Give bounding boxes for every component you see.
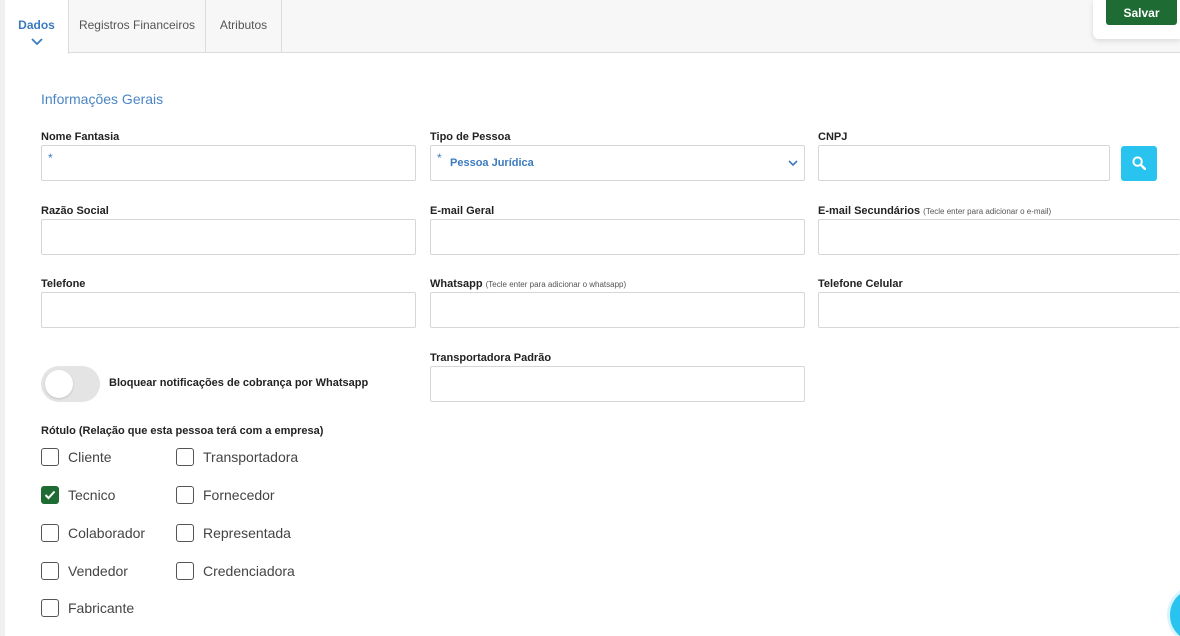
save-panel: Salvar (1093, 0, 1180, 39)
toggle-knob (45, 370, 73, 398)
whatsapp-label-text: Whatsapp (430, 278, 483, 290)
checkbox-box[interactable] (41, 524, 59, 542)
razao-social-label: Razão Social (41, 205, 109, 217)
telefone-celular-input[interactable] (818, 292, 1180, 328)
checkbox-box[interactable] (41, 448, 59, 466)
cnpj-search-button[interactable] (1121, 146, 1157, 181)
checkbox-label: Vendedor (68, 563, 128, 579)
razao-social-input[interactable] (41, 219, 416, 255)
left-rail (0, 0, 5, 636)
email-geral-input[interactable] (430, 219, 805, 255)
nome-fantasia-label: Nome Fantasia (41, 131, 120, 143)
checkbox-label: Cliente (68, 449, 112, 465)
checkbox-box[interactable] (176, 562, 194, 580)
checkbox-box[interactable] (41, 562, 59, 580)
required-mark: * (437, 151, 442, 165)
checkbox-label: Fabricante (68, 600, 135, 616)
checkbox-credenciadora[interactable]: Credenciadora (176, 562, 295, 580)
email-secundarios-hint: (Tecle enter para adicionar o e-mail) (923, 207, 1052, 216)
bloquear-notificacoes-toggle[interactable] (41, 366, 100, 402)
bloquear-notificacoes-label: Bloquear notificações de cobrança por Wh… (109, 377, 369, 389)
checkbox-fornecedor[interactable]: Fornecedor (176, 486, 275, 504)
email-secundarios-input[interactable] (818, 219, 1180, 255)
tab-atributos-label: Atributos (219, 18, 268, 32)
cnpj-label: CNPJ (818, 131, 848, 143)
checkbox-label: Transportadora (203, 449, 299, 465)
tab-dados-label: Dados (18, 18, 55, 32)
checkbox-box[interactable] (176, 486, 194, 504)
email-secundarios-label: E-mail Secundários (Tecle enter para adi… (818, 205, 1051, 217)
nome-fantasia-input[interactable]: * (41, 145, 416, 181)
checkbox-vendedor[interactable]: Vendedor (41, 562, 128, 580)
checkbox-label: Colaborador (68, 525, 146, 541)
checkbox-label: Fornecedor (203, 487, 275, 503)
whatsapp-hint: (Tecle enter para adicionar o whatsapp) (485, 280, 627, 289)
checkbox-box[interactable] (176, 448, 194, 466)
tipo-pessoa-select[interactable]: * Pessoa Jurídica (430, 145, 805, 181)
checkbox-label: Representada (203, 525, 291, 541)
tab-atributos[interactable]: Atributos (206, 0, 282, 53)
telefone-input[interactable] (41, 292, 416, 328)
tab-dados[interactable]: Dados (5, 0, 69, 54)
checkbox-colaborador[interactable]: Colaborador (41, 524, 145, 542)
checkbox-label: Tecnico (68, 487, 116, 503)
tab-registros-financeiros[interactable]: Registros Financeiros (69, 0, 206, 53)
checkbox-box[interactable] (41, 599, 59, 617)
telefone-celular-label: Telefone Celular (818, 278, 903, 290)
search-icon (1132, 156, 1146, 170)
whatsapp-input[interactable] (430, 292, 805, 328)
checkbox-box[interactable] (41, 486, 59, 504)
tipo-pessoa-label: Tipo de Pessoa (430, 131, 511, 143)
checkbox-transportadora[interactable]: Transportadora (176, 448, 298, 466)
checkbox-cliente[interactable]: Cliente (41, 448, 112, 466)
required-mark: * (48, 151, 53, 165)
check-icon (44, 490, 56, 500)
tipo-pessoa-value: Pessoa Jurídica (450, 157, 534, 169)
telefone-label: Telefone (41, 278, 86, 290)
transportadora-padrao-label: Transportadora Padrão (430, 352, 552, 364)
checkbox-tecnico[interactable]: Tecnico (41, 486, 115, 504)
checkbox-label: Credenciadora (203, 563, 295, 579)
section-title: Informações Gerais (41, 91, 164, 107)
cnpj-input[interactable] (818, 145, 1110, 181)
email-geral-label: E-mail Geral (430, 205, 495, 217)
transportadora-padrao-input[interactable] (430, 366, 805, 402)
floating-chat-button[interactable] (1167, 585, 1180, 636)
whatsapp-label: Whatsapp (Tecle enter para adicionar o w… (430, 278, 626, 290)
tab-bar: Dados Registros Financeiros Atributos (5, 0, 1180, 54)
checkbox-box[interactable] (176, 524, 194, 542)
save-button[interactable]: Salvar (1106, 0, 1177, 25)
checkbox-fabricante[interactable]: Fabricante (41, 599, 134, 617)
checkbox-representada[interactable]: Representada (176, 524, 291, 542)
tab-registros-financeiros-label: Registros Financeiros (78, 18, 196, 32)
rotulo-label: Rótulo (Relação que esta pessoa terá com… (41, 425, 324, 437)
chevron-down-icon (30, 38, 43, 46)
email-secundarios-label-text: E-mail Secundários (818, 205, 921, 217)
chevron-down-icon (788, 160, 798, 167)
